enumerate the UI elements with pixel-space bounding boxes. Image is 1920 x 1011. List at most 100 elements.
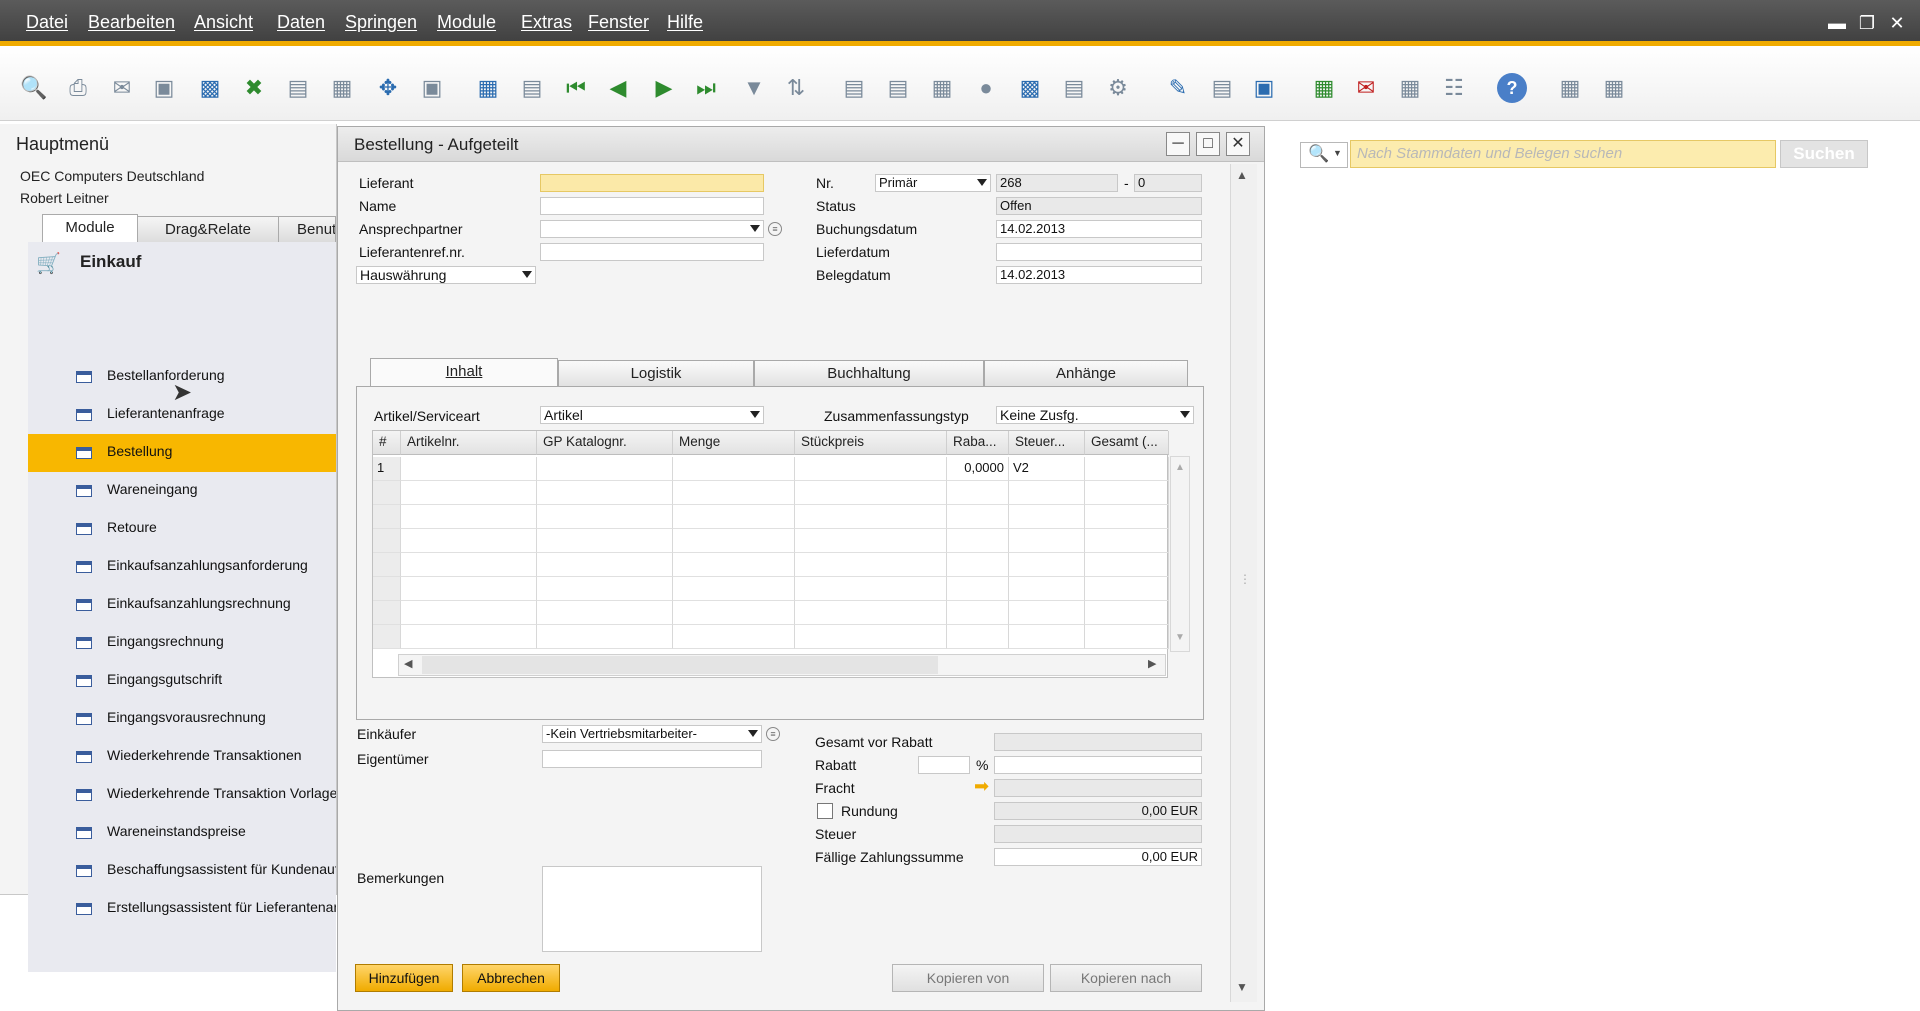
base-document-icon[interactable]: ▤ [840, 74, 868, 102]
export-excel-icon[interactable]: ✖ [240, 74, 268, 102]
sidebar-item[interactable]: Retoure [28, 510, 336, 548]
print-icon[interactable]: ⎙ [64, 74, 92, 102]
section-einkauf[interactable]: Einkauf [80, 252, 141, 272]
previous-record-icon[interactable]: ◀ [604, 74, 632, 102]
window-minimize-icon[interactable]: ─ [1166, 132, 1190, 156]
sidebar-item[interactable]: Erstellungsassistent für Lieferantenanfr… [28, 890, 336, 928]
document-map-icon[interactable]: ▦ [928, 74, 956, 102]
table-scroll-left-icon[interactable]: ◀ [404, 657, 412, 670]
help-icon[interactable]: ? [1497, 73, 1527, 103]
table-cell[interactable] [947, 481, 1009, 505]
table-cell[interactable] [795, 505, 947, 529]
copy-from-button[interactable]: Kopieren von [892, 964, 1044, 992]
menu-module[interactable]: Module [437, 12, 496, 33]
table-cell[interactable] [537, 625, 673, 649]
table-scroll-down-icon[interactable]: ▼ [1175, 632, 1185, 643]
menu-daten[interactable]: Daten [277, 12, 325, 33]
table-cell[interactable] [1009, 553, 1085, 577]
table-cell[interactable] [1085, 529, 1169, 553]
close-icon[interactable]: ✕ [1886, 12, 1908, 34]
export-word-icon[interactable]: ▤ [284, 74, 312, 102]
table-cell[interactable] [401, 601, 537, 625]
lieferant-input[interactable] [540, 174, 764, 192]
table-cell[interactable]: V2 [1009, 457, 1085, 481]
table-cell[interactable] [673, 553, 795, 577]
restore-icon[interactable]: ❐ [1856, 12, 1878, 34]
menu-fenster[interactable]: Fenster [588, 12, 649, 33]
menu-bearbeiten[interactable]: Bearbeiten [88, 12, 175, 33]
rabatt-percent-input[interactable] [918, 756, 970, 774]
scroll-down-icon[interactable]: ▼ [1236, 980, 1248, 994]
lieferantenref-input[interactable] [540, 243, 764, 261]
column-header[interactable]: Artikelnr. [401, 431, 537, 455]
table-cell[interactable] [401, 625, 537, 649]
eigentuemer-input[interactable] [542, 750, 762, 768]
tab-buchhaltung[interactable]: Buchhaltung [754, 360, 984, 386]
table-cell[interactable] [537, 457, 673, 481]
table-cell[interactable] [795, 481, 947, 505]
table-cell[interactable] [673, 505, 795, 529]
table-cell[interactable] [537, 481, 673, 505]
table-cell[interactable] [673, 577, 795, 601]
window-close-icon[interactable]: ✕ [1226, 132, 1250, 156]
table-cell[interactable] [1085, 601, 1169, 625]
fracht-arrow-icon[interactable]: ➡ [974, 776, 989, 797]
messages-icon[interactable]: ✉ [1352, 74, 1380, 102]
table-cell[interactable] [1085, 625, 1169, 649]
sort-icon[interactable]: ⇅ [782, 74, 810, 102]
table-cell[interactable] [401, 457, 537, 481]
sidebar-item[interactable]: Einkaufsanzahlungsrechnung [28, 586, 336, 624]
artikel-serviceart-select[interactable]: Artikel [540, 406, 764, 424]
table-cell[interactable] [1085, 505, 1169, 529]
minimize-icon[interactable]: ▬ [1826, 12, 1848, 34]
table-cell[interactable] [1009, 625, 1085, 649]
search-button[interactable]: Suchen [1780, 140, 1868, 168]
hierarchy-icon[interactable]: ☷ [1440, 74, 1468, 102]
rabatt-amount-input[interactable] [994, 756, 1202, 774]
table-cell[interactable] [795, 625, 947, 649]
sidebar-item[interactable]: Beschaffungsassistent für Kundenaufträge [28, 852, 336, 890]
sms-icon[interactable]: ▣ [150, 74, 178, 102]
sidebar-item[interactable]: Bestellung [28, 434, 336, 472]
buyer-details-icon[interactable]: ≡ [766, 727, 780, 741]
table-cell[interactable] [401, 481, 537, 505]
buchungsdatum-input[interactable]: 14.02.2013 [996, 220, 1202, 238]
scroll-up-icon[interactable]: ▲ [1236, 168, 1248, 182]
table-cell[interactable] [673, 481, 795, 505]
move-icon[interactable]: ✥ [374, 74, 402, 102]
column-header[interactable]: Gesamt (... [1085, 431, 1169, 455]
sidebar-item[interactable]: Eingangsvorausrechnung [28, 700, 336, 738]
transaction-icon[interactable]: ● [972, 74, 1000, 102]
form-layout-icon[interactable]: ▦ [1600, 74, 1628, 102]
user-defined-fields-icon[interactable]: ▣ [1250, 74, 1278, 102]
rundung-checkbox[interactable] [817, 803, 833, 819]
table-cell[interactable] [537, 505, 673, 529]
table-cell[interactable] [795, 529, 947, 553]
table-cell[interactable]: 0,0000 [947, 457, 1009, 481]
next-record-icon[interactable]: ▶ [650, 74, 678, 102]
column-header[interactable]: GP Katalognr. [537, 431, 673, 455]
lock-icon[interactable]: ▣ [418, 74, 446, 102]
table-cell[interactable] [537, 601, 673, 625]
export-pdf-icon[interactable]: ▦ [328, 74, 356, 102]
calculator-icon[interactable]: ▦ [1396, 74, 1424, 102]
sidebar-item[interactable]: Wiederkehrende Transaktion Vorlagen [28, 776, 336, 814]
table-cell[interactable] [401, 529, 537, 553]
tab-benutzermenue[interactable]: Benut [278, 216, 336, 242]
tab-inhalt[interactable]: Inhalt [370, 358, 558, 386]
menu-extras[interactable]: Extras [521, 12, 572, 33]
table-cell[interactable] [947, 625, 1009, 649]
table-cell[interactable] [1009, 601, 1085, 625]
sidebar-item[interactable]: Wareneinstandspreise [28, 814, 336, 852]
preview-icon[interactable]: 🔍 [20, 74, 48, 102]
table-cell[interactable] [947, 505, 1009, 529]
add-icon[interactable]: ▤ [518, 74, 546, 102]
table-cell[interactable] [537, 553, 673, 577]
currency-select[interactable]: Hauswährung [356, 266, 536, 284]
copy-to-button[interactable]: Kopieren nach [1050, 964, 1202, 992]
filter-icon[interactable]: ▼ [740, 74, 768, 102]
table-cell[interactable] [947, 529, 1009, 553]
table-cell[interactable] [1085, 481, 1169, 505]
doc-sub-number-input[interactable]: 0 [1134, 174, 1202, 192]
window-title-bar[interactable]: Bestellung - Aufgeteilt ─ □ ✕ [338, 127, 1264, 162]
